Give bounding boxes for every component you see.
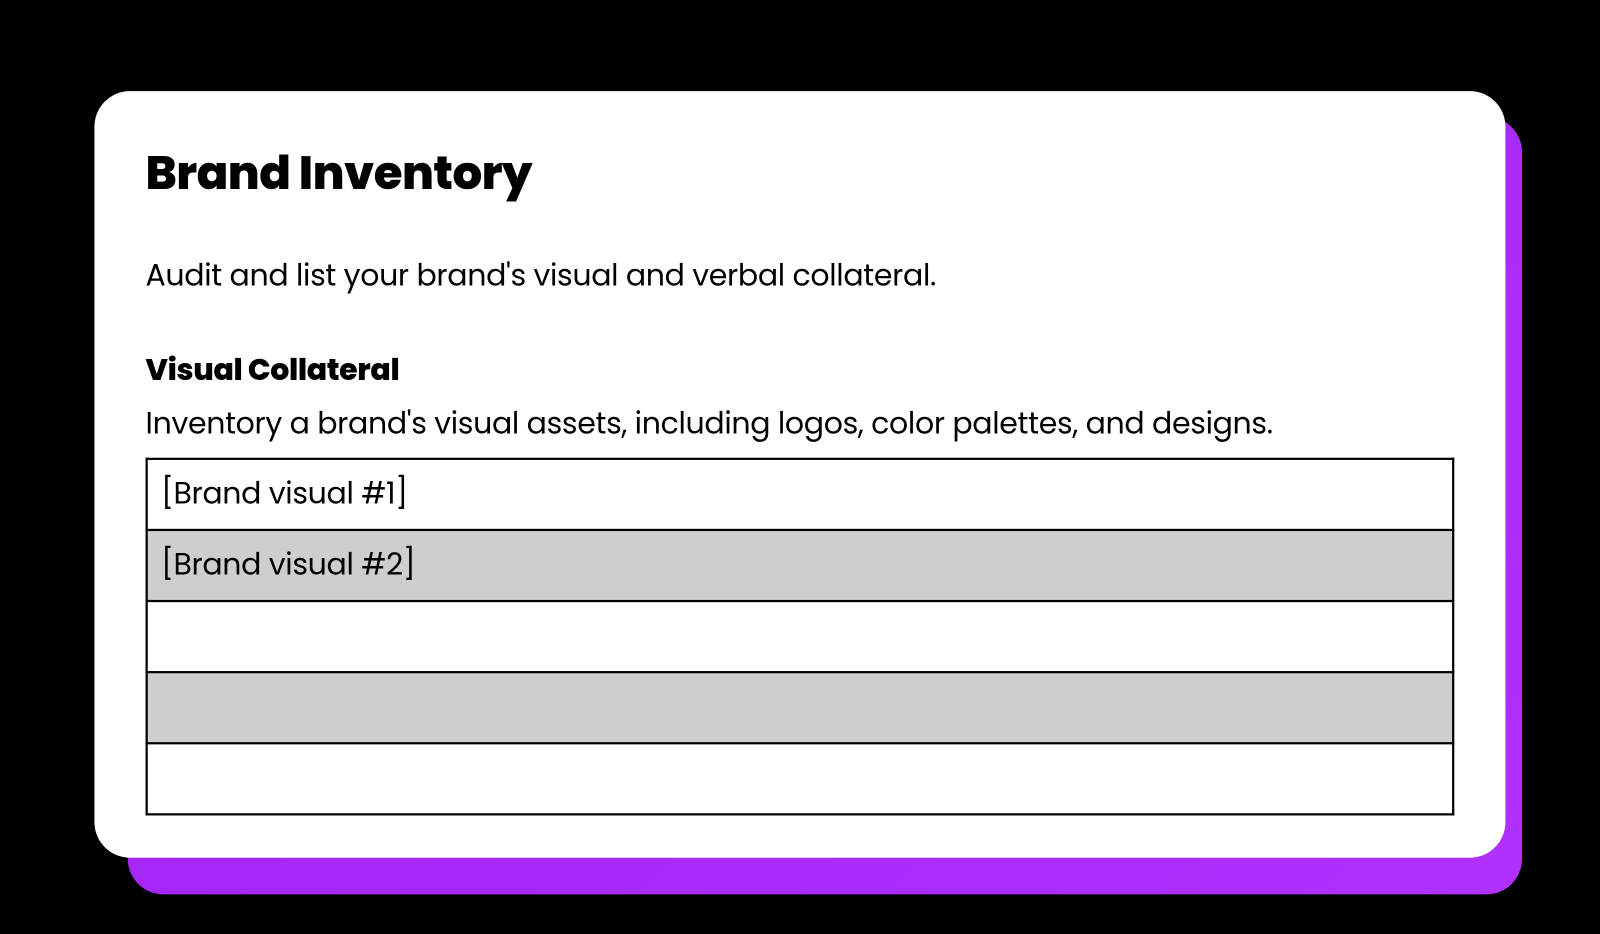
section-title: Visual Collateral [146, 349, 1455, 393]
table-row[interactable]: [Brand visual #1] [147, 459, 1454, 530]
brand-inventory-card: Brand Inventory Audit and list your bran… [94, 91, 1505, 858]
table-cell[interactable]: [Brand visual #2] [147, 530, 1454, 601]
table-cell[interactable] [147, 743, 1454, 814]
page-description: Audit and list your brand's visual and v… [146, 254, 1455, 298]
page-title: Brand Inventory [146, 138, 1455, 208]
table-cell[interactable]: [Brand visual #1] [147, 459, 1454, 530]
table-cell[interactable] [147, 601, 1454, 672]
table-row[interactable]: [Brand visual #2] [147, 530, 1454, 601]
table-row[interactable] [147, 743, 1454, 814]
table-row[interactable] [147, 601, 1454, 672]
visual-collateral-table: [Brand visual #1] [Brand visual #2] [146, 458, 1455, 816]
table-row[interactable] [147, 672, 1454, 743]
section-description: Inventory a brand's visual assets, inclu… [146, 402, 1455, 446]
table-cell[interactable] [147, 672, 1454, 743]
